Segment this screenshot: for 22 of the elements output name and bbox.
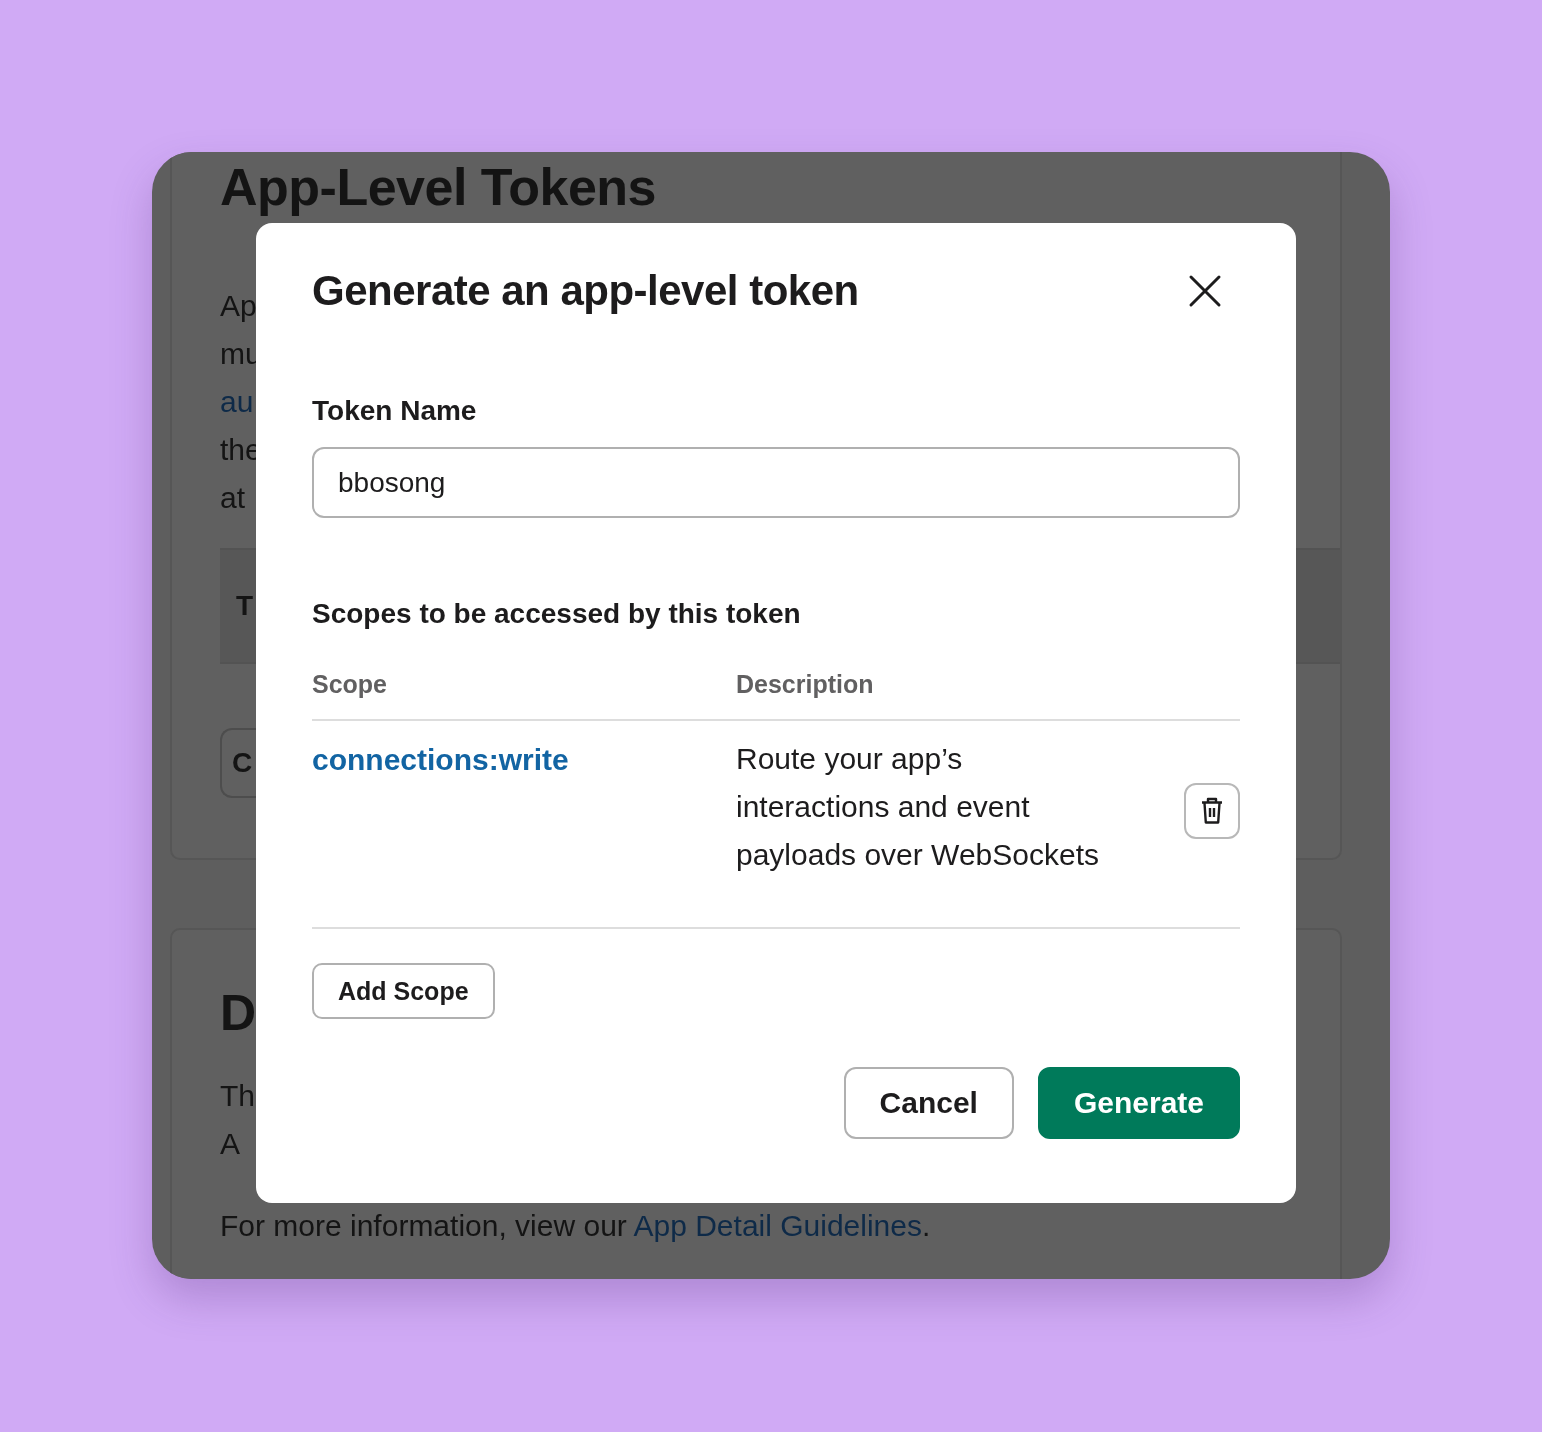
body-text: Th [220,1078,255,1114]
info-text: For more information, view our App Detail Guidelines. [220,1208,931,1244]
cancel-button[interactable]: Cancel [843,1067,1014,1139]
scope-description: Route your app’s interactions and event payloads over WebSockets [736,741,1100,873]
section-heading: Scopes to be accessed by this token [312,598,802,630]
generate-button[interactable]: Generate [1037,1067,1240,1139]
body-text: at [220,480,246,516]
section-heading: D [220,984,257,1043]
body-text: A [220,1126,240,1162]
close-icon [1188,274,1222,308]
trash-icon [1200,797,1224,825]
add-scope-button[interactable]: Add Scope [312,963,495,1019]
body-text: Ap [220,288,257,324]
token-name-field[interactable]: bbosong [312,447,1240,518]
field-label: Token Name [312,395,478,427]
scope-link[interactable]: connections:write [312,743,736,777]
column-header: Description [736,670,875,699]
column-header: Scope [312,670,389,699]
page-heading: App-Level Tokens [220,157,657,218]
dialog-title: Generate an app-level token [312,267,859,315]
delete-button[interactable] [1184,783,1240,839]
close-button[interactable] [1188,274,1222,308]
